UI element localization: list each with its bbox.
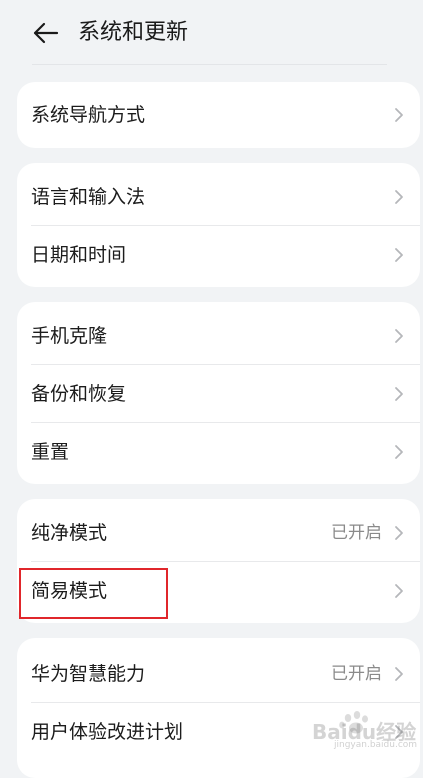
chevron-right-icon: [395, 725, 403, 739]
settings-item-huawei-intelligence[interactable]: 华为智慧能力 已开启: [17, 645, 420, 703]
settings-group-backup: 手机克隆 备份和恢复 重置: [17, 302, 420, 484]
chevron-right-icon: [395, 387, 403, 401]
settings-group-navigation: 系统导航方式: [17, 82, 420, 148]
status-value: 已开启: [331, 664, 382, 684]
settings-item-date-time[interactable]: 日期和时间: [17, 226, 420, 284]
settings-item-label: 华为智慧能力: [31, 663, 146, 685]
settings-item-reset[interactable]: 重置: [17, 423, 420, 481]
header-divider: [32, 64, 387, 65]
settings-item-label: 系统导航方式: [31, 104, 146, 126]
page-title: 系统和更新: [78, 20, 189, 45]
settings-item-backup-restore[interactable]: 备份和恢复: [17, 365, 420, 423]
settings-item-label: 简易模式: [31, 580, 108, 602]
chevron-right-icon: [395, 526, 403, 540]
settings-item-label: 纯净模式: [31, 522, 108, 544]
chevron-right-icon: [395, 667, 403, 681]
settings-item-user-experience[interactable]: 用户体验改进计划: [17, 703, 420, 761]
chevron-right-icon: [395, 584, 403, 598]
settings-item-label: 语言和输入法: [31, 186, 146, 208]
settings-item-label: 日期和时间: [31, 244, 127, 266]
back-arrow-icon[interactable]: [30, 18, 60, 48]
settings-item-system-navigation[interactable]: 系统导航方式: [17, 86, 420, 144]
settings-item-label: 用户体验改进计划: [31, 721, 184, 743]
settings-item-phone-clone[interactable]: 手机克隆: [17, 307, 420, 365]
top-app-bar: 系统和更新: [0, 0, 423, 66]
chevron-right-icon: [395, 190, 403, 204]
settings-group-intelligence: 华为智慧能力 已开启 用户体验改进计划: [17, 638, 420, 778]
settings-group-modes: 纯净模式 已开启 简易模式: [17, 499, 420, 623]
settings-item-language-input[interactable]: 语言和输入法: [17, 168, 420, 226]
settings-item-label: 重置: [31, 441, 70, 463]
settings-item-label: 备份和恢复: [31, 383, 127, 405]
settings-group-language-time: 语言和输入法 日期和时间: [17, 163, 420, 287]
settings-item-pure-mode[interactable]: 纯净模式 已开启: [17, 504, 420, 562]
chevron-right-icon: [395, 329, 403, 343]
chevron-right-icon: [395, 445, 403, 459]
chevron-right-icon: [395, 248, 403, 262]
settings-item-simple-mode[interactable]: 简易模式: [17, 562, 420, 620]
chevron-right-icon: [395, 108, 403, 122]
settings-item-label: 手机克隆: [31, 325, 108, 347]
status-value: 已开启: [331, 523, 382, 543]
